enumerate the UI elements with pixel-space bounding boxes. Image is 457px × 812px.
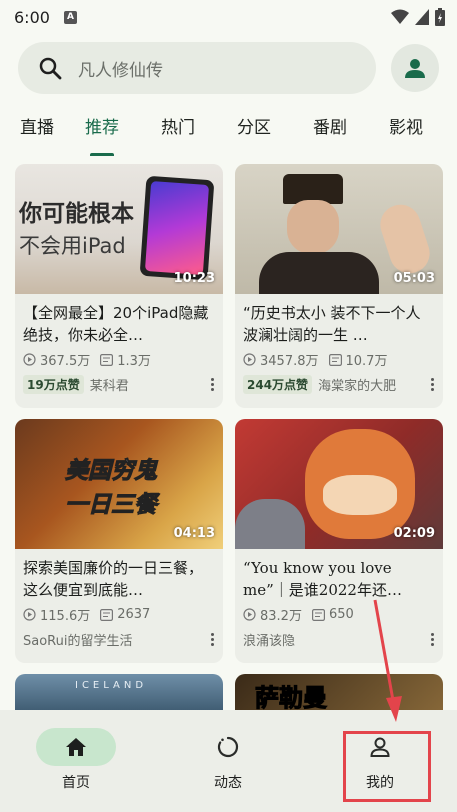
video-card-partial[interactable]: 萨勒曼 <box>235 674 443 710</box>
video-duration: 10:23 <box>173 271 215 286</box>
video-thumbnail: 你可能根本 不会用iPad 10:23 <box>15 164 223 294</box>
nav-dynamic-label: 动态 <box>214 775 242 791</box>
more-options-icon[interactable] <box>211 632 215 646</box>
thumb-caption-line2: 一日三餐 <box>65 492 158 519</box>
category-tabs: 直播 推荐 热门 分区 番剧 影视 <box>0 106 457 156</box>
video-duration: 04:13 <box>173 526 215 541</box>
danmaku-icon <box>100 608 114 621</box>
video-thumbnail: 美国穷鬼 一日三餐 04:13 <box>15 419 223 549</box>
tab-hot[interactable]: 热门 <box>140 106 216 156</box>
account-button[interactable] <box>391 44 439 92</box>
tab-movies[interactable]: 影视 <box>368 106 444 156</box>
notification-icon: A <box>63 10 77 24</box>
video-thumbnail: 05:03 <box>235 164 443 294</box>
video-duration: 05:03 <box>393 271 435 286</box>
thumb-caption-line1: 你可能根本 <box>19 201 134 227</box>
tab-recommend[interactable]: 推荐 <box>64 106 140 156</box>
more-options-icon[interactable] <box>431 377 435 391</box>
play-count-icon <box>243 353 256 366</box>
thumb-caption-line1: 美国穷鬼 <box>65 458 158 485</box>
thumb-caption-line2: 不会用iPad <box>19 234 126 258</box>
ipad-image <box>139 175 215 281</box>
video-card[interactable]: 美国穷鬼 一日三餐 04:13 探索美国廉价的一日三餐，这么便宜到底能… 115… <box>15 419 223 663</box>
author-name: 浪涌该隐 <box>243 633 296 649</box>
thumb-caption: 萨勒曼 <box>255 684 328 711</box>
status-icons <box>391 8 445 26</box>
video-duration: 02:09 <box>393 526 435 541</box>
tab-live[interactable]: 直播 <box>20 106 64 156</box>
video-card-partial[interactable]: ICELAND <box>15 674 223 710</box>
view-count: 3457.8万 <box>260 354 319 369</box>
video-title: “You know you love me”｜是谁2022年还… <box>243 559 402 599</box>
video-meta: 19万点赞 某科君 <box>15 374 223 394</box>
tab-anime[interactable]: 番剧 <box>292 106 368 156</box>
video-thumbnail: 02:09 <box>235 419 443 549</box>
danmaku-icon <box>100 353 114 366</box>
video-title: 探索美国廉价的一日三餐，这么便宜到底能… <box>23 559 204 599</box>
video-stats: 83.2万 650 <box>235 605 443 624</box>
like-badge: 19万点赞 <box>23 374 84 394</box>
search-placeholder: 凡人修仙传 <box>78 60 163 81</box>
video-meta: 244万点赞 海棠家的大肥 <box>235 374 443 394</box>
danmaku-count: 1.3万 <box>117 354 151 369</box>
danmaku-count: 2637 <box>117 607 151 622</box>
status-bar: 6:00 A <box>0 0 457 34</box>
more-options-icon[interactable] <box>431 632 435 646</box>
person-icon <box>405 59 425 78</box>
play-count-icon <box>23 353 36 366</box>
video-stats: 115.6万 2637 <box>15 605 223 624</box>
like-badge: 244万点赞 <box>243 374 313 394</box>
search-input[interactable]: 凡人修仙传 <box>18 42 376 94</box>
highlight-box <box>343 731 431 802</box>
video-stats: 367.5万 1.3万 <box>15 350 223 369</box>
danmaku-icon <box>311 608 325 621</box>
search-icon <box>39 57 62 80</box>
video-card[interactable]: 05:03 “历史书太小 装不下一个人波澜壮阔的一生 … 3457.8万 10.… <box>235 164 443 408</box>
author-name: SaoRui的留学生活 <box>23 633 133 649</box>
status-time: 6:00 <box>14 7 50 27</box>
nav-home[interactable]: 首页 <box>0 710 152 812</box>
dynamic-icon <box>217 736 239 758</box>
author-name: 海棠家的大肥 <box>318 378 397 394</box>
signal-icon <box>415 9 429 25</box>
tab-category[interactable]: 分区 <box>216 106 292 156</box>
video-meta: SaoRui的留学生活 <box>15 629 223 649</box>
video-title: “历史书太小 装不下一个人波澜壮阔的一生 … <box>243 304 421 344</box>
home-icon <box>66 738 86 756</box>
nav-dynamic[interactable]: 动态 <box>152 710 304 812</box>
danmaku-count: 650 <box>328 607 354 622</box>
video-meta: 浪涌该隐 <box>235 629 443 649</box>
view-count: 367.5万 <box>40 354 91 369</box>
wifi-icon <box>391 9 409 24</box>
video-stats: 3457.8万 10.7万 <box>235 350 443 369</box>
battery-icon <box>435 8 445 26</box>
play-count-icon <box>23 608 36 621</box>
play-count-icon <box>243 608 256 621</box>
video-card[interactable]: 02:09 “You know you love me”｜是谁2022年还… 8… <box>235 419 443 663</box>
danmaku-icon <box>328 353 342 366</box>
author-name: 某科君 <box>89 378 129 394</box>
more-options-icon[interactable] <box>211 377 215 391</box>
thumb-caption: ICELAND <box>75 680 148 691</box>
video-card[interactable]: 你可能根本 不会用iPad 10:23 【全网最全】20个iPad隐藏绝技，你未… <box>15 164 223 408</box>
video-title: 【全网最全】20个iPad隐藏绝技，你未必全… <box>23 304 209 344</box>
search-row: 凡人修仙传 <box>18 42 439 94</box>
nav-home-label: 首页 <box>62 775 90 791</box>
video-feed: 你可能根本 不会用iPad 10:23 【全网最全】20个iPad隐藏绝技，你未… <box>15 164 443 710</box>
view-count: 115.6万 <box>40 609 91 624</box>
view-count: 83.2万 <box>260 609 302 624</box>
danmaku-count: 10.7万 <box>345 354 388 369</box>
